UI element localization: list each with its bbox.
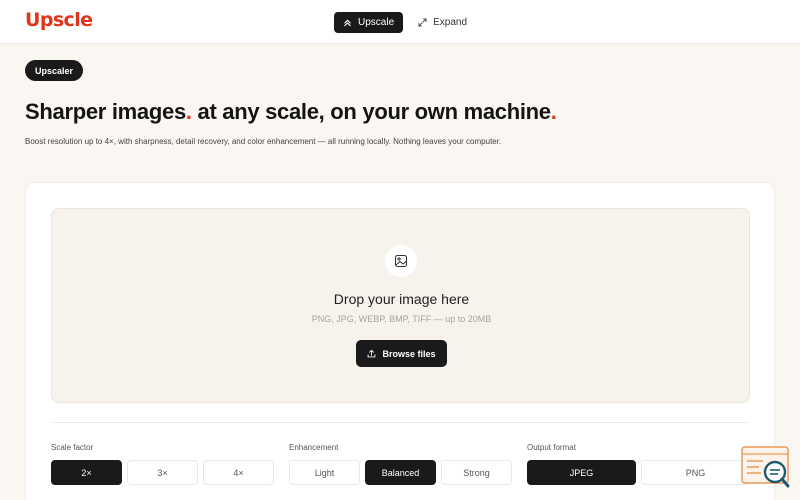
- dropzone-formats: PNG, JPG, WEBP, BMP, TIFF — up to 20MB: [311, 314, 492, 324]
- scale-3x-option[interactable]: 3×: [127, 460, 198, 485]
- image-icon-circle: [385, 245, 417, 277]
- nav-expand-button[interactable]: Expand: [409, 12, 476, 33]
- scale-2x-option[interactable]: 2×: [51, 460, 122, 485]
- upscale-card: Drop your image here PNG, JPG, WEBP, BMP…: [25, 182, 775, 500]
- expand-arrows-icon: [418, 18, 427, 27]
- nav-upscale-label: Upscale: [358, 17, 395, 28]
- options-divider: [51, 422, 750, 423]
- browse-files-button[interactable]: Browse files: [356, 340, 447, 367]
- enhancement-label: Enhancement: [289, 443, 339, 452]
- browse-files-label: Browse files: [382, 348, 436, 359]
- inspect-widget-icon[interactable]: [741, 446, 791, 488]
- top-bar: Upscle Upscale Expand: [0, 0, 800, 44]
- upscaler-badge: Upscaler: [25, 60, 84, 81]
- format-jpeg-option[interactable]: JPEG: [527, 460, 636, 485]
- enhancement-group: Light Balanced Strong: [289, 460, 512, 485]
- output-format-group: JPEG PNG: [527, 460, 750, 485]
- page-subtitle: Boost resolution up to 4×, with sharpnes…: [25, 137, 502, 146]
- main-nav: Upscale Expand: [334, 12, 476, 33]
- upload-icon: [368, 349, 376, 358]
- enhancement-balanced-option[interactable]: Balanced: [365, 460, 436, 485]
- nav-expand-label: Expand: [433, 17, 468, 28]
- enhancement-light-option[interactable]: Light: [289, 460, 360, 485]
- page-headline: Sharper images. at any scale, on your ow…: [25, 99, 557, 125]
- headline-part-2: at any scale, on your own machine: [191, 99, 552, 124]
- scale-factor-group: 2× 3× 4×: [51, 460, 274, 485]
- format-png-option[interactable]: PNG: [641, 460, 750, 485]
- image-dropzone[interactable]: Drop your image here PNG, JPG, WEBP, BMP…: [51, 208, 750, 403]
- scale-4x-option[interactable]: 4×: [203, 460, 274, 485]
- chevrons-up-icon: [344, 19, 351, 27]
- headline-part-1: Sharper images: [25, 99, 186, 124]
- headline-accent-dot-2: .: [550, 99, 557, 124]
- logo[interactable]: Upscle: [25, 9, 93, 31]
- image-icon: [394, 254, 408, 268]
- nav-upscale-button[interactable]: Upscale: [334, 12, 404, 33]
- output-format-label: Output format: [527, 443, 576, 452]
- enhancement-strong-option[interactable]: Strong: [441, 460, 512, 485]
- dropzone-title: Drop your image here: [333, 291, 470, 307]
- scale-factor-label: Scale factor: [51, 443, 94, 452]
